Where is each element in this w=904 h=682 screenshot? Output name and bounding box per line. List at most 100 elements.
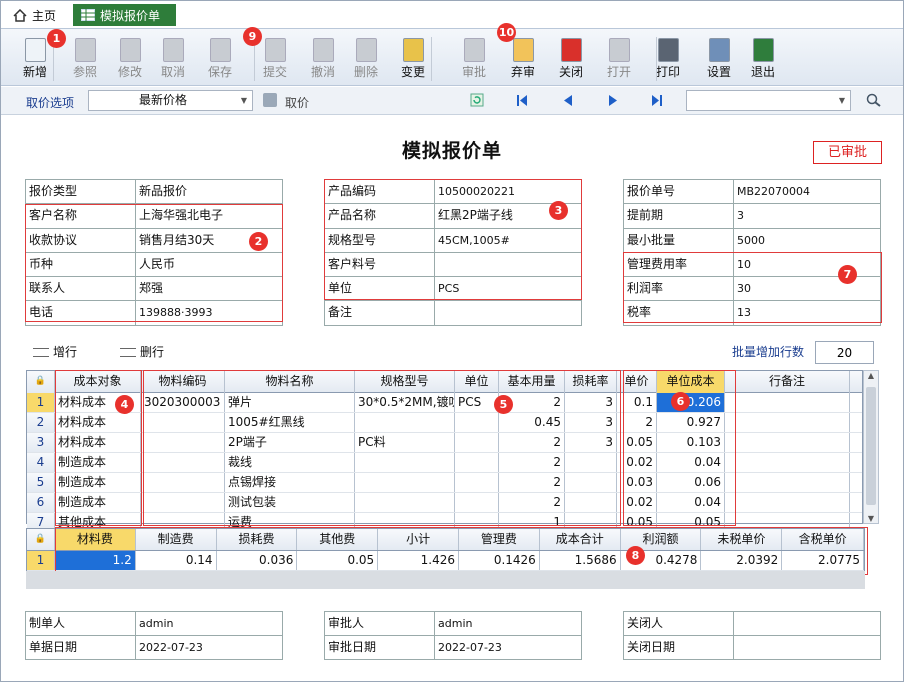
last-record-icon[interactable] [652, 95, 662, 106]
table-cell[interactable]: 6 [27, 493, 55, 512]
grid-scrollbar[interactable]: ▲ ▼ [863, 370, 879, 524]
toolbar-icon-7 [356, 38, 377, 62]
field-label: 关闭人 [624, 612, 734, 635]
tab-quote[interactable]: 模拟报价单 [73, 4, 176, 26]
prev-record-icon[interactable] [564, 95, 572, 106]
first-record-icon[interactable] [517, 95, 527, 106]
field-value[interactable]: admin [136, 612, 283, 635]
toolbar-btn-1[interactable]: 参照 [63, 32, 107, 84]
highlight-cost-object [55, 370, 142, 526]
scroll-thumb[interactable] [866, 387, 876, 505]
toolbar-btn-2[interactable]: 修改 [108, 32, 152, 84]
toolbar-label: 弃审 [510, 65, 535, 79]
highlight-summary [55, 527, 868, 575]
annotation-marker: 6 [671, 392, 690, 411]
annotation-marker: 9 [243, 27, 262, 46]
app-window: 主页 模拟报价单 新增 参照 修改 取消 保存 提交 撤消 删除 变更 审批 弃审 关闭 打开 打印 设置 退… [0, 0, 904, 682]
toolbar-label: 参照 [72, 65, 97, 79]
field-label: 备注 [325, 301, 435, 325]
form-row: 关闭人 [624, 612, 881, 636]
field-value[interactable]: admin [435, 612, 582, 635]
batch-add-input[interactable] [815, 341, 874, 364]
table-cell[interactable] [725, 473, 850, 492]
toolbar-btn-3[interactable]: 取消 [151, 32, 195, 84]
table-cell[interactable] [725, 413, 850, 432]
table-cell[interactable]: 3 [27, 433, 55, 452]
table-cell[interactable] [725, 393, 850, 412]
toolbar-label: 关闭 [558, 65, 583, 79]
annotation-marker: 5 [494, 395, 513, 414]
scroll-down-icon[interactable]: ▼ [864, 514, 878, 523]
add-row-button[interactable]: 增行 [33, 343, 77, 360]
next-record-icon[interactable] [609, 95, 617, 106]
field-value[interactable] [734, 636, 881, 659]
toolbar-btn-11[interactable]: 关闭 [549, 32, 593, 84]
field-value[interactable]: 3 [734, 204, 881, 228]
field-value[interactable]: 2022-07-23 [136, 636, 283, 659]
lock-icon[interactable]: 🔒 [27, 529, 55, 550]
highlight-rates [623, 252, 882, 323]
fetch-price-button[interactable]: 取价 [285, 94, 309, 111]
toolbar-icon-0 [25, 38, 46, 62]
toolbar-btn-8[interactable]: 变更 [391, 32, 435, 84]
toolbar-icon-6 [313, 38, 334, 62]
field-value[interactable]: 新品报价 [136, 180, 283, 204]
field-label: 制单人 [26, 612, 136, 635]
close-form: 关闭人 关闭日期 [623, 611, 881, 660]
toolbar-btn-9[interactable]: 审批 [452, 32, 496, 84]
field-value[interactable] [435, 301, 582, 325]
chevron-down-icon[interactable]: ▼ [834, 91, 850, 110]
field-value[interactable]: MB22070004 [734, 180, 881, 204]
toolbar-icon-2 [120, 38, 141, 62]
toolbar-icon-13 [658, 38, 679, 62]
locate-select[interactable]: ▼ [686, 90, 851, 111]
summary-cell[interactable]: 1 [27, 551, 55, 570]
lock-icon[interactable]: 🔒 [27, 371, 55, 393]
toolbar-btn-15[interactable]: 退出 [741, 32, 785, 84]
field-value[interactable] [734, 612, 881, 635]
refresh-icon[interactable] [470, 93, 484, 107]
toolbar-btn-4[interactable]: 保存 [198, 32, 242, 84]
toolbar-label: 设置 [706, 65, 731, 79]
toolbar-btn-13[interactable]: 打印 [646, 32, 690, 84]
tab-strip: 主页 模拟报价单 [1, 1, 903, 28]
toolbar-btn-7[interactable]: 删除 [344, 32, 388, 84]
field-value[interactable]: 5000 [734, 228, 881, 252]
price-option-select[interactable]: 最新价格 ▼ [88, 90, 253, 111]
table-cell[interactable]: 4 [27, 453, 55, 472]
table-cell[interactable] [725, 433, 850, 452]
toolbar-btn-14[interactable]: 设置 [697, 32, 741, 84]
toolbar-label: 打印 [655, 65, 680, 79]
field-label: 单据日期 [26, 636, 136, 659]
price-option-bar: 取价选项 最新价格 ▼ 取价 ▼ [1, 87, 903, 115]
toolbar-label: 退出 [750, 65, 775, 79]
toolbar-icon-15 [753, 38, 774, 62]
form-row: 报价类型 新品报价 [26, 180, 283, 205]
annotation-marker: 2 [249, 232, 268, 251]
table-cell[interactable]: 2 [27, 413, 55, 432]
chevron-down-icon[interactable]: ▼ [236, 91, 252, 110]
column-header[interactable]: 行备注 [725, 371, 850, 393]
toolbar-label: 取消 [160, 65, 185, 79]
tab-home-label: 主页 [32, 8, 57, 23]
toolbar-btn-6[interactable]: 撤消 [301, 32, 345, 84]
field-label: 审批日期 [325, 636, 435, 659]
add-row-label: 增行 [53, 345, 78, 359]
delete-row-button[interactable]: 删行 [120, 343, 164, 360]
field-label: 审批人 [325, 612, 435, 635]
table-cell[interactable] [725, 453, 850, 472]
search-icon[interactable] [866, 93, 882, 107]
field-value[interactable]: 2022-07-23 [435, 636, 582, 659]
toolbar-label: 提交 [262, 65, 287, 79]
form-row: 单据日期 2022-07-23 [26, 636, 283, 660]
scroll-up-icon[interactable]: ▲ [864, 371, 878, 380]
toolbar-btn-12[interactable]: 打开 [597, 32, 641, 84]
status-badge: 已审批 [813, 141, 882, 164]
fetch-price-icon[interactable] [263, 93, 277, 107]
table-cell[interactable]: 1 [27, 393, 55, 412]
tab-home[interactable]: 主页 [5, 4, 64, 26]
field-label: 提前期 [624, 204, 734, 228]
highlight-customer [25, 204, 283, 322]
table-cell[interactable]: 5 [27, 473, 55, 492]
table-cell[interactable] [725, 493, 850, 512]
